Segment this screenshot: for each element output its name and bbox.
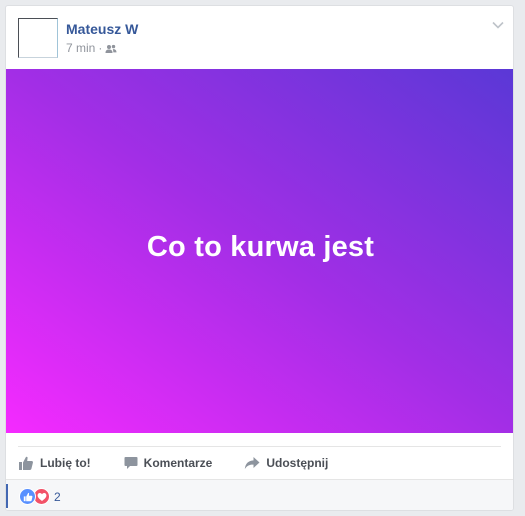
post-text: Co to kurwa jest xyxy=(146,230,375,263)
reactions-bar: 2 xyxy=(6,479,513,510)
author-name[interactable]: Mateusz W xyxy=(66,21,138,37)
like-label: Lubię to! xyxy=(40,456,91,470)
post-background-text: Co to kurwa jest xyxy=(6,69,513,433)
avatar[interactable] xyxy=(18,18,58,58)
comment-button[interactable]: Komentarze xyxy=(124,456,213,470)
post-meta: 7 min · xyxy=(66,41,117,55)
thumbs-up-icon xyxy=(19,456,33,470)
share-button[interactable]: Udostępnij xyxy=(244,456,328,470)
share-arrow-icon xyxy=(245,457,260,469)
meta-separator: · xyxy=(98,41,103,55)
comment-label: Komentarze xyxy=(143,456,213,470)
reaction-count[interactable]: 2 xyxy=(54,490,61,504)
like-reaction-icon xyxy=(19,488,36,505)
reactions-accent xyxy=(6,484,8,508)
comment-icon xyxy=(124,457,138,469)
reactions-summary[interactable]: 2 xyxy=(19,488,61,505)
post-actions: Lubię to! Komentarze Udostępnij xyxy=(18,451,328,475)
post-header: Mateusz W 7 min · xyxy=(6,6,513,69)
chevron-down-icon[interactable] xyxy=(491,18,505,32)
like-button[interactable]: Lubię to! xyxy=(18,455,91,471)
feed-post: Mateusz W 7 min · Co to kurwa jest Lubię… xyxy=(5,5,514,511)
friends-icon[interactable] xyxy=(105,43,117,53)
actions-divider xyxy=(18,446,501,447)
share-label: Udostępnij xyxy=(266,456,329,470)
post-timestamp[interactable]: 7 min xyxy=(66,41,95,55)
